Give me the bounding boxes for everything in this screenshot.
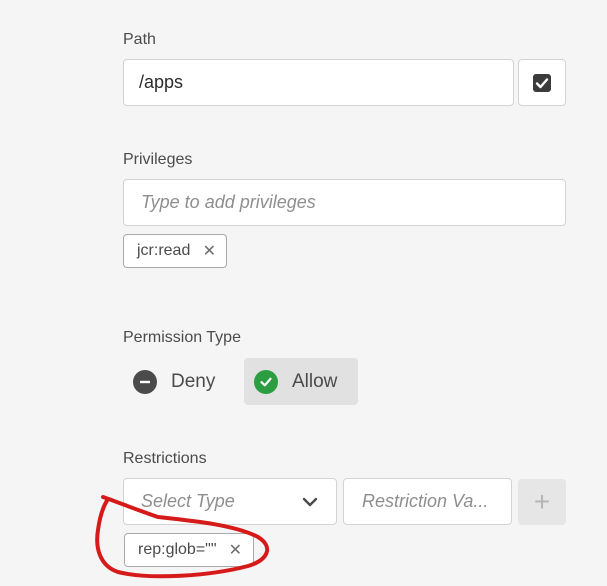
minus-circle-icon [133,369,157,394]
restriction-value-placeholder: Restriction Va... [362,491,489,511]
restriction-value-input[interactable]: Restriction Va... [343,478,512,525]
restriction-tag-label: rep:glob="" [138,541,217,558]
privileges-input[interactable]: Type to add privileges [123,179,566,226]
restriction-type-placeholder: Select Type [141,491,235,511]
privilege-tag-label: jcr:read [137,242,191,259]
restrictions-label: Restrictions [123,450,207,467]
privileges-placeholder: Type to add privileges [141,192,316,212]
chevron-down-icon [302,497,318,507]
remove-tag-icon[interactable]: ✕ [203,241,216,261]
plus-icon: + [533,486,551,517]
path-browse-button[interactable] [518,59,566,106]
restriction-type-select[interactable]: Select Type [123,478,337,525]
deny-label: Deny [171,370,216,392]
path-value: /apps [139,72,184,92]
allow-option[interactable]: Allow [244,358,358,405]
path-input[interactable]: /apps [123,59,514,106]
privilege-tag: jcr:read ✕ [123,234,227,268]
privileges-label: Privileges [123,151,193,168]
allow-label: Allow [292,370,338,392]
deny-option[interactable]: Deny [123,358,235,405]
path-label: Path [123,31,156,48]
check-circle-icon [254,369,278,394]
add-restriction-button[interactable]: + [518,479,566,525]
remove-tag-icon[interactable]: ✕ [229,540,242,560]
checkbox-checked-icon [533,73,551,92]
restriction-tag: rep:glob="" ✕ [124,533,254,567]
permission-type-label: Permission Type [123,329,241,346]
